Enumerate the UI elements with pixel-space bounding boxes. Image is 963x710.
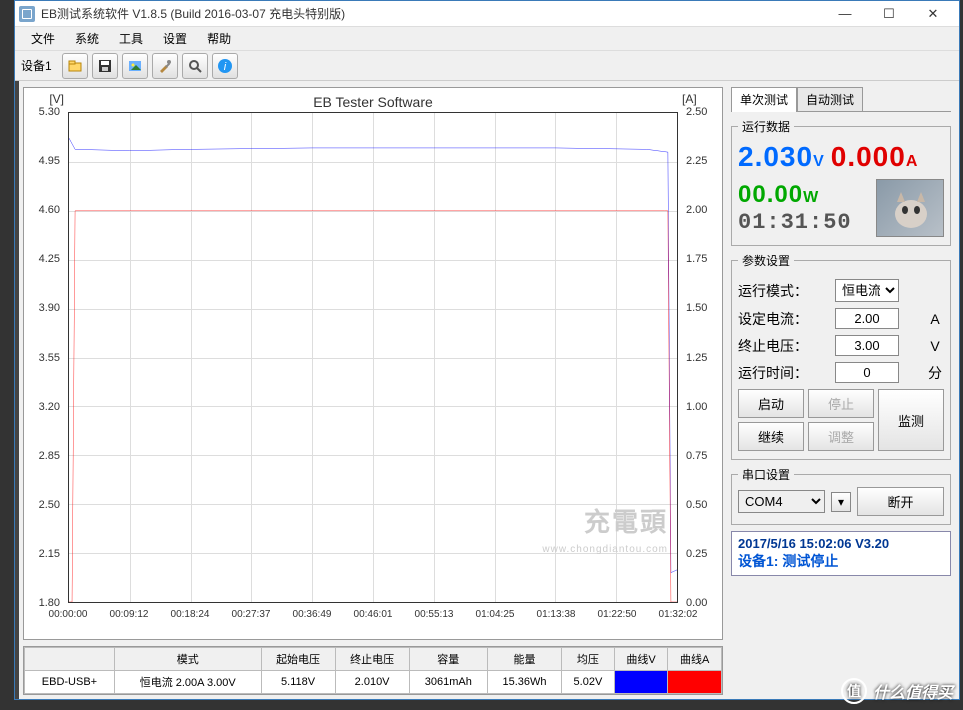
table-cell: EBD-USB+ [25, 671, 115, 694]
open-button[interactable] [62, 53, 88, 79]
port-select[interactable]: COM4 [738, 490, 825, 513]
thumbnail-image [876, 179, 944, 237]
menu-help[interactable]: 帮助 [197, 28, 241, 49]
disconnect-button[interactable]: 断开 [857, 487, 944, 516]
table-cell: 15.36Wh [487, 671, 561, 694]
mode-tabs: 单次测试 自动测试 [731, 87, 951, 112]
current-readout: 0.000A [831, 141, 919, 175]
serial-group: 串口设置 COM4 ▾ 断开 [731, 466, 951, 525]
x-axis-time: 00:00:0000:09:1200:18:2400:27:3700:36:49… [68, 605, 678, 639]
menu-settings[interactable]: 设置 [153, 28, 197, 49]
titlebar: EB测试系统软件 V1.8.5 (Build 2016-03-07 充电头特别版… [15, 1, 959, 27]
table-cell: 3061mAh [409, 671, 487, 694]
monitor-button[interactable]: 监测 [878, 389, 944, 451]
set-current-label: 设定电流： [738, 309, 808, 329]
run-data-legend: 运行数据 [738, 118, 794, 135]
table-header: 均压 [562, 648, 615, 671]
y-axis-voltage: [V]1.802.152.502.853.203.553.904.254.604… [24, 112, 64, 603]
runtime-unit: 分 [926, 363, 944, 383]
swatch-current [668, 671, 722, 694]
menu-tools[interactable]: 工具 [109, 28, 153, 49]
runtime-input[interactable] [835, 362, 899, 383]
start-button[interactable]: 启动 [738, 389, 804, 418]
table-header: 起始电压 [261, 648, 335, 671]
y-axis-current: [A]0.000.250.500.751.001.251.501.752.002… [682, 112, 722, 603]
table-header: 终止电压 [335, 648, 409, 671]
toolbar: 设备1 i [15, 51, 959, 81]
mode-label: 运行模式： [738, 281, 808, 301]
status-message: 设备1: 测试停止 [738, 551, 944, 571]
tab-auto-test[interactable]: 自动测试 [797, 87, 863, 112]
chart-title: EB Tester Software [24, 94, 722, 110]
app-icon [19, 6, 35, 22]
voltage-readout: 2.030V [738, 141, 825, 175]
adjust-button[interactable]: 调整 [808, 422, 874, 451]
menu-system[interactable]: 系统 [65, 28, 109, 49]
table-header: 模式 [114, 648, 261, 671]
continue-button[interactable]: 继续 [738, 422, 804, 451]
table-header [25, 648, 115, 671]
table-cell: 5.118V [261, 671, 335, 694]
table-cell: 5.02V [562, 671, 615, 694]
info-button[interactable]: i [212, 53, 238, 79]
device-label: 设备1 [21, 57, 52, 74]
cutoff-input[interactable] [835, 335, 899, 356]
swatch-voltage [614, 671, 668, 694]
minimize-button[interactable]: — [823, 1, 867, 27]
app-window: EB测试系统软件 V1.8.5 (Build 2016-03-07 充电头特别版… [14, 0, 960, 700]
set-current-unit: A [926, 311, 944, 327]
table-cell: 2.010V [335, 671, 409, 694]
serial-legend: 串口设置 [738, 466, 794, 483]
table-header: 曲线V [614, 648, 668, 671]
mode-select[interactable]: 恒电流 [835, 279, 899, 302]
table-header: 曲线A [668, 648, 722, 671]
power-readout: 00.00W [738, 181, 872, 210]
results-table: 模式起始电压终止电压容量能量均压曲线V曲线A EBD-USB+恒电流 2.00A… [23, 646, 723, 695]
status-box: 2017/5/16 15:02:06 V3.20 设备1: 测试停止 [731, 531, 951, 576]
set-current-input[interactable] [835, 308, 899, 329]
cutoff-label: 终止电压： [738, 336, 808, 356]
runtime-label: 运行时间： [738, 363, 808, 383]
window-title: EB测试系统软件 V1.8.5 (Build 2016-03-07 充电头特别版… [41, 5, 823, 22]
table-header: 能量 [487, 648, 561, 671]
table-header: 容量 [409, 648, 487, 671]
tab-single-test[interactable]: 单次测试 [731, 87, 797, 112]
image-button[interactable] [122, 53, 148, 79]
run-data-group: 运行数据 2.030V 0.000A 00.00W 01:31:50 [731, 118, 951, 246]
maximize-button[interactable]: ☐ [867, 1, 911, 27]
save-button[interactable] [92, 53, 118, 79]
param-legend: 参数设置 [738, 252, 794, 269]
menubar: 文件 系统 工具 设置 帮助 [15, 27, 959, 51]
status-timestamp: 2017/5/16 15:02:06 V3.20 [738, 536, 944, 551]
plot-area[interactable] [68, 112, 678, 603]
close-button[interactable]: ✕ [911, 1, 955, 27]
param-group: 参数设置 运行模式： 恒电流 设定电流： A 终止电压： V 运行时 [731, 252, 951, 460]
cutoff-unit: V [926, 338, 944, 354]
menu-file[interactable]: 文件 [21, 28, 65, 49]
port-dropdown-button[interactable]: ▾ [831, 492, 851, 512]
stop-button[interactable]: 停止 [808, 389, 874, 418]
tools-button[interactable] [152, 53, 178, 79]
chart-area[interactable]: EB Tester SoftwareZKETECH[V]1.802.152.50… [23, 87, 723, 640]
search-button[interactable] [182, 53, 208, 79]
time-readout: 01:31:50 [738, 210, 872, 235]
table-cell: 恒电流 2.00A 3.00V [114, 671, 261, 694]
